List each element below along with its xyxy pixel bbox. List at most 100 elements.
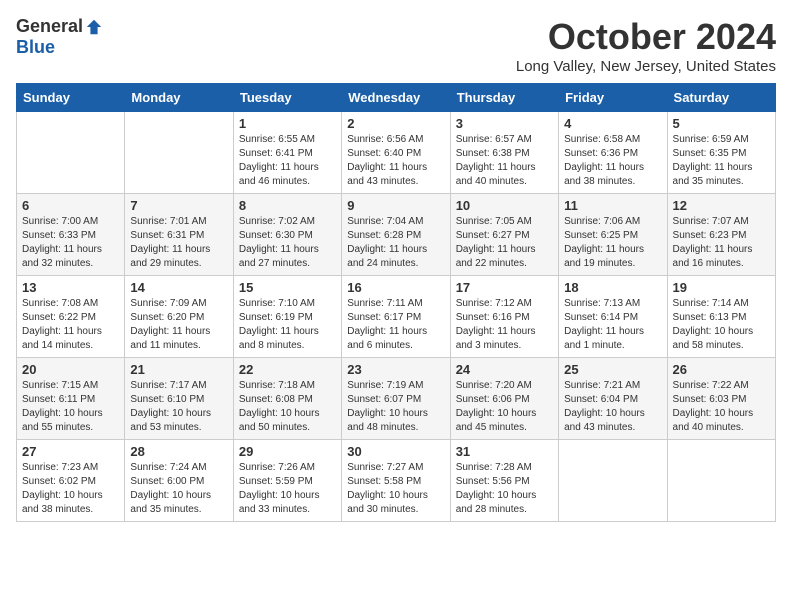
day-detail: Sunrise: 7:17 AM Sunset: 6:10 PM Dayligh… <box>130 379 227 435</box>
day-detail: Sunrise: 7:26 AM Sunset: 5:59 PM Dayligh… <box>239 461 336 517</box>
day-detail: Sunrise: 7:06 AM Sunset: 6:25 PM Dayligh… <box>564 215 661 271</box>
month-title: October 2024 <box>516 16 776 58</box>
day-number: 30 <box>347 444 444 459</box>
day-detail: Sunrise: 6:55 AM Sunset: 6:41 PM Dayligh… <box>239 133 336 189</box>
day-detail: Sunrise: 6:58 AM Sunset: 6:36 PM Dayligh… <box>564 133 661 189</box>
calendar-table: SundayMondayTuesdayWednesdayThursdayFrid… <box>16 83 776 522</box>
day-detail: Sunrise: 7:24 AM Sunset: 6:00 PM Dayligh… <box>130 461 227 517</box>
day-number: 2 <box>347 116 444 131</box>
day-detail: Sunrise: 7:02 AM Sunset: 6:30 PM Dayligh… <box>239 215 336 271</box>
calendar-cell: 2 Sunrise: 6:56 AM Sunset: 6:40 PM Daylig… <box>342 112 450 194</box>
calendar-cell: 14 Sunrise: 7:09 AM Sunset: 6:20 PM Dayli… <box>125 276 233 358</box>
column-header-saturday: Saturday <box>667 84 775 112</box>
day-number: 29 <box>239 444 336 459</box>
day-number: 31 <box>456 444 553 459</box>
calendar-week-row: 13 Sunrise: 7:08 AM Sunset: 6:22 PM Dayli… <box>17 276 776 358</box>
day-number: 13 <box>22 280 119 295</box>
day-detail: Sunrise: 6:56 AM Sunset: 6:40 PM Dayligh… <box>347 133 444 189</box>
calendar-cell: 4 Sunrise: 6:58 AM Sunset: 6:36 PM Daylig… <box>559 112 667 194</box>
calendar-cell: 27 Sunrise: 7:23 AM Sunset: 6:02 PM Dayli… <box>17 440 125 522</box>
page-header: General Blue October 2024 Long Valley, N… <box>16 16 776 75</box>
calendar-cell: 23 Sunrise: 7:19 AM Sunset: 6:07 PM Dayli… <box>342 358 450 440</box>
calendar-cell: 18 Sunrise: 7:13 AM Sunset: 6:14 PM Dayli… <box>559 276 667 358</box>
logo-icon <box>85 18 103 36</box>
day-number: 1 <box>239 116 336 131</box>
logo: General Blue <box>16 16 103 58</box>
day-number: 23 <box>347 362 444 377</box>
calendar-cell: 26 Sunrise: 7:22 AM Sunset: 6:03 PM Dayli… <box>667 358 775 440</box>
day-detail: Sunrise: 7:14 AM Sunset: 6:13 PM Dayligh… <box>673 297 770 353</box>
day-detail: Sunrise: 7:19 AM Sunset: 6:07 PM Dayligh… <box>347 379 444 435</box>
day-detail: Sunrise: 7:21 AM Sunset: 6:04 PM Dayligh… <box>564 379 661 435</box>
day-detail: Sunrise: 7:11 AM Sunset: 6:17 PM Dayligh… <box>347 297 444 353</box>
calendar-cell: 5 Sunrise: 6:59 AM Sunset: 6:35 PM Daylig… <box>667 112 775 194</box>
day-number: 20 <box>22 362 119 377</box>
calendar-week-row: 20Sunrise: 7:15 AM Sunset: 6:11 PM Dayli… <box>17 358 776 440</box>
day-number: 7 <box>130 198 227 213</box>
day-number: 4 <box>564 116 661 131</box>
calendar-cell <box>125 112 233 194</box>
day-number: 5 <box>673 116 770 131</box>
day-number: 11 <box>564 198 661 213</box>
location-subtitle: Long Valley, New Jersey, United States <box>516 58 776 75</box>
calendar-cell: 30 Sunrise: 7:27 AM Sunset: 5:58 PM Dayli… <box>342 440 450 522</box>
day-number: 22 <box>239 362 336 377</box>
day-number: 18 <box>564 280 661 295</box>
calendar-header-row: SundayMondayTuesdayWednesdayThursdayFrid… <box>17 84 776 112</box>
column-header-tuesday: Tuesday <box>233 84 341 112</box>
day-number: 8 <box>239 198 336 213</box>
day-detail: Sunrise: 7:20 AM Sunset: 6:06 PM Dayligh… <box>456 379 553 435</box>
calendar-cell: 16 Sunrise: 7:11 AM Sunset: 6:17 PM Dayli… <box>342 276 450 358</box>
column-header-wednesday: Wednesday <box>342 84 450 112</box>
day-number: 21 <box>130 362 227 377</box>
calendar-cell: 9Sunrise: 7:04 AM Sunset: 6:28 PM Daylig… <box>342 194 450 276</box>
calendar-week-row: 1 Sunrise: 6:55 AM Sunset: 6:41 PM Daylig… <box>17 112 776 194</box>
day-number: 15 <box>239 280 336 295</box>
day-number: 27 <box>22 444 119 459</box>
day-detail: Sunrise: 7:00 AM Sunset: 6:33 PM Dayligh… <box>22 215 119 271</box>
calendar-cell: 17Sunrise: 7:12 AM Sunset: 6:16 PM Dayli… <box>450 276 558 358</box>
calendar-cell: 3 Sunrise: 6:57 AM Sunset: 6:38 PM Daylig… <box>450 112 558 194</box>
day-detail: Sunrise: 7:23 AM Sunset: 6:02 PM Dayligh… <box>22 461 119 517</box>
calendar-cell: 1 Sunrise: 6:55 AM Sunset: 6:41 PM Daylig… <box>233 112 341 194</box>
calendar-cell <box>559 440 667 522</box>
day-number: 14 <box>130 280 227 295</box>
day-detail: Sunrise: 7:05 AM Sunset: 6:27 PM Dayligh… <box>456 215 553 271</box>
logo-general-text: General <box>16 16 83 37</box>
day-number: 28 <box>130 444 227 459</box>
calendar-cell: 29 Sunrise: 7:26 AM Sunset: 5:59 PM Dayli… <box>233 440 341 522</box>
logo-blue-text: Blue <box>16 37 55 57</box>
day-detail: Sunrise: 7:22 AM Sunset: 6:03 PM Dayligh… <box>673 379 770 435</box>
calendar-cell: 22Sunrise: 7:18 AM Sunset: 6:08 PM Dayli… <box>233 358 341 440</box>
day-detail: Sunrise: 7:27 AM Sunset: 5:58 PM Dayligh… <box>347 461 444 517</box>
calendar-cell: 8 Sunrise: 7:02 AM Sunset: 6:30 PM Daylig… <box>233 194 341 276</box>
day-detail: Sunrise: 6:57 AM Sunset: 6:38 PM Dayligh… <box>456 133 553 189</box>
day-detail: Sunrise: 7:08 AM Sunset: 6:22 PM Dayligh… <box>22 297 119 353</box>
day-number: 26 <box>673 362 770 377</box>
calendar-week-row: 27 Sunrise: 7:23 AM Sunset: 6:02 PM Dayli… <box>17 440 776 522</box>
calendar-cell: 25Sunrise: 7:21 AM Sunset: 6:04 PM Dayli… <box>559 358 667 440</box>
column-header-sunday: Sunday <box>17 84 125 112</box>
day-detail: Sunrise: 6:59 AM Sunset: 6:35 PM Dayligh… <box>673 133 770 189</box>
calendar-cell: 24Sunrise: 7:20 AM Sunset: 6:06 PM Dayli… <box>450 358 558 440</box>
day-detail: Sunrise: 7:13 AM Sunset: 6:14 PM Dayligh… <box>564 297 661 353</box>
day-detail: Sunrise: 7:04 AM Sunset: 6:28 PM Dayligh… <box>347 215 444 271</box>
calendar-cell: 7Sunrise: 7:01 AM Sunset: 6:31 PM Daylig… <box>125 194 233 276</box>
calendar-cell: 12 Sunrise: 7:07 AM Sunset: 6:23 PM Dayli… <box>667 194 775 276</box>
column-header-monday: Monday <box>125 84 233 112</box>
column-header-friday: Friday <box>559 84 667 112</box>
day-number: 16 <box>347 280 444 295</box>
day-number: 3 <box>456 116 553 131</box>
day-detail: Sunrise: 7:07 AM Sunset: 6:23 PM Dayligh… <box>673 215 770 271</box>
calendar-cell: 31 Sunrise: 7:28 AM Sunset: 5:56 PM Dayli… <box>450 440 558 522</box>
calendar-cell: 10 Sunrise: 7:05 AM Sunset: 6:27 PM Dayli… <box>450 194 558 276</box>
day-number: 6 <box>22 198 119 213</box>
calendar-week-row: 6 Sunrise: 7:00 AM Sunset: 6:33 PM Daylig… <box>17 194 776 276</box>
day-number: 10 <box>456 198 553 213</box>
day-number: 12 <box>673 198 770 213</box>
day-detail: Sunrise: 7:09 AM Sunset: 6:20 PM Dayligh… <box>130 297 227 353</box>
day-detail: Sunrise: 7:28 AM Sunset: 5:56 PM Dayligh… <box>456 461 553 517</box>
calendar-cell: 21 Sunrise: 7:17 AM Sunset: 6:10 PM Dayli… <box>125 358 233 440</box>
calendar-cell: 15Sunrise: 7:10 AM Sunset: 6:19 PM Dayli… <box>233 276 341 358</box>
day-number: 17 <box>456 280 553 295</box>
